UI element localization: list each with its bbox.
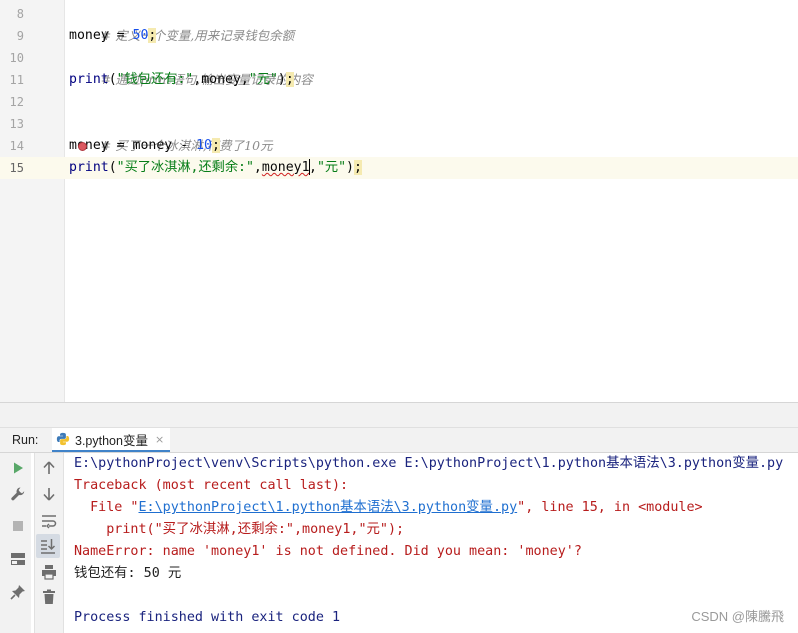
code-semicolon: ;: [354, 160, 362, 175]
run-tab-label: 3.python变量: [75, 433, 148, 448]
code-string: "钱包还有:": [116, 72, 194, 87]
watermark: CSDN @陳騰飛: [691, 609, 784, 624]
close-icon[interactable]: ×: [155, 433, 164, 446]
code-line-8[interactable]: # 定义一个变量,用来记录钱包余额: [69, 3, 294, 43]
code-comma: ,: [253, 160, 262, 175]
code-semicolon: ;: [285, 72, 294, 87]
code-undefined-variable: money1: [261, 160, 310, 175]
console-traceback-file-line: File "E:\pythonProject\1.python基本语法\3.py…: [74, 497, 703, 519]
panel-splitter[interactable]: [0, 402, 798, 428]
code-editor[interactable]: 8 9 10 11 12 13 14 15 # 定义一个变量,用来记录钱包余额 …: [0, 0, 798, 402]
stop-icon[interactable]: [7, 515, 29, 537]
code-number: 50: [132, 28, 149, 43]
console-output[interactable]: E:\pythonProject\venv\Scripts\python.exe…: [64, 453, 798, 633]
code-semicolon: ;: [148, 28, 157, 43]
scroll-to-end-icon[interactable]: [36, 534, 60, 558]
python-file-icon: [56, 432, 70, 446]
code-variable: money: [201, 72, 241, 87]
line-number: 11: [9, 73, 24, 87]
line-number: 10: [9, 51, 24, 65]
code-line-13[interactable]: # 买了一个冰淇淋,花费了10元: [69, 113, 273, 153]
code-variable: money: [69, 28, 109, 43]
trash-icon[interactable]: [38, 586, 60, 608]
code-expression: = money -: [108, 138, 197, 153]
code-string: "元": [248, 72, 278, 87]
traceback-suffix: ", line 15, in <module>: [517, 500, 703, 515]
run-tab[interactable]: 3.python变量 ×: [52, 428, 171, 452]
wrench-icon[interactable]: [7, 483, 29, 505]
console-program-output: 钱包还有: 50 元: [74, 566, 182, 581]
code-semicolon: ;: [211, 138, 220, 153]
code-operator: =: [108, 28, 133, 43]
traceback-prefix: File ": [74, 500, 139, 515]
code-builtin: print: [69, 72, 109, 87]
console-traceback-source: print("买了冰淇淋,还剩余:",money1,"元");: [74, 522, 405, 537]
console-command-line: E:\pythonProject\venv\Scripts\python.exe…: [74, 456, 784, 471]
print-icon[interactable]: [38, 561, 60, 583]
line-number: 13: [9, 117, 24, 131]
code-string: "元": [316, 160, 347, 175]
up-arrow-icon[interactable]: [38, 457, 60, 479]
code-number: 10: [196, 138, 212, 153]
line-number: 8: [16, 7, 24, 21]
code-line-11[interactable]: print("钱包还有:",money,"元");: [69, 69, 294, 91]
run-actions-column: [5, 453, 31, 633]
code-paren: (: [108, 72, 117, 87]
line-number: 12: [9, 95, 24, 109]
down-arrow-icon[interactable]: [38, 483, 60, 505]
run-icon[interactable]: [7, 457, 29, 479]
code-builtin: print: [69, 160, 109, 175]
line-number: 9: [16, 29, 24, 43]
console-error-message: NameError: name 'money1' is not defined.…: [74, 544, 582, 559]
code-paren: ): [277, 72, 286, 87]
line-number: 15: [9, 161, 24, 175]
code-comma: ,: [240, 72, 249, 87]
soft-wrap-icon[interactable]: [38, 510, 60, 532]
line-number: 14: [9, 139, 24, 153]
console-exit-status: Process finished with exit code 1: [74, 610, 341, 625]
code-line-14[interactable]: money = money - 10;: [69, 135, 220, 157]
layout-icon[interactable]: [7, 548, 29, 570]
console-actions-column: [34, 453, 64, 633]
code-string: "买了冰淇淋,还剩余:": [116, 160, 254, 175]
code-line-15[interactable]: print("买了冰淇淋,还剩余:",money1,"元");: [69, 157, 362, 179]
code-paren: ): [346, 160, 354, 175]
traceback-file-link[interactable]: E:\pythonProject\1.python基本语法\3.python变量…: [139, 500, 518, 515]
console-traceback-header: Traceback (most recent call last):: [74, 478, 349, 493]
code-variable-part: ney: [84, 138, 109, 153]
code-paren: (: [108, 160, 117, 175]
breakpoint-marker-icon[interactable]: [78, 142, 87, 151]
run-toolbar: Run: 3.python变量 ×: [0, 428, 798, 453]
code-comma: ,: [309, 160, 317, 175]
code-line-10[interactable]: # 通过print语句,输出变量记录的内容: [69, 47, 313, 87]
code-line-9[interactable]: money = 50;: [69, 25, 157, 47]
run-label: Run:: [12, 433, 39, 447]
code-comma: ,: [193, 72, 202, 87]
pin-icon[interactable]: [7, 581, 29, 603]
